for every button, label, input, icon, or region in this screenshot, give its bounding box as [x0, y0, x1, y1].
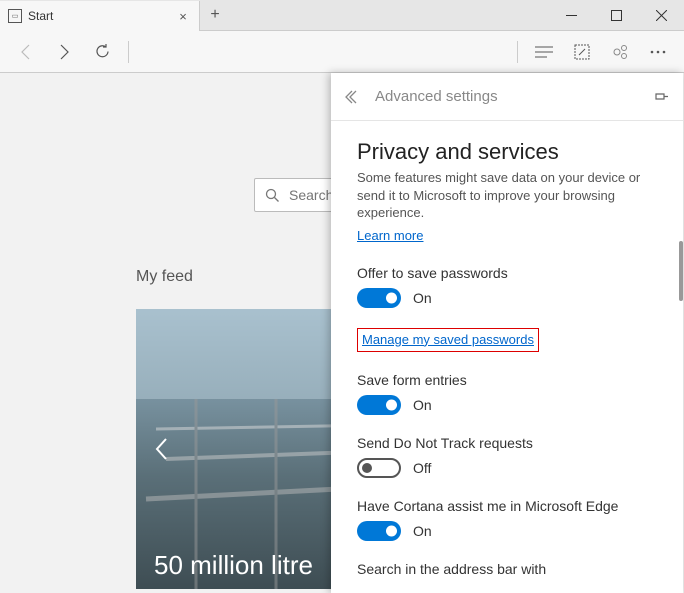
toggle-save-passwords[interactable]: [357, 288, 401, 308]
toggle-do-not-track[interactable]: [357, 458, 401, 478]
reading-view-button[interactable]: [526, 34, 562, 70]
window-controls: [549, 0, 684, 30]
toggle-state: Off: [413, 460, 431, 476]
scrollbar-thumb[interactable]: [679, 241, 683, 301]
feed-section-title: My feed: [136, 268, 193, 286]
close-button[interactable]: [639, 0, 684, 30]
refresh-button[interactable]: [84, 34, 120, 70]
setting-do-not-track: Send Do Not Track requests Off: [357, 435, 659, 478]
setting-label: Send Do Not Track requests: [357, 435, 659, 451]
tab-close-icon[interactable]: ×: [175, 8, 191, 24]
toggle-cortana[interactable]: [357, 521, 401, 541]
toggle-state: On: [413, 523, 432, 539]
titlebar: ▭ Start × +: [0, 0, 684, 31]
search-icon: [255, 188, 289, 203]
panel-body: Privacy and services Some features might…: [331, 121, 683, 593]
panel-header: Advanced settings: [331, 73, 683, 121]
panel-back-button[interactable]: [345, 90, 361, 104]
new-tab-button[interactable]: +: [200, 0, 230, 30]
panel-title: Advanced settings: [375, 88, 653, 105]
learn-more-link[interactable]: Learn more: [357, 228, 423, 243]
panel-scrollbar[interactable]: [669, 73, 683, 593]
tab-favicon: ▭: [8, 9, 22, 23]
toolbar: [0, 31, 684, 73]
forward-button[interactable]: [46, 34, 82, 70]
pin-icon[interactable]: [653, 90, 669, 104]
highlight-annotation: Manage my saved passwords: [357, 328, 539, 352]
section-title: Privacy and services: [357, 139, 659, 165]
setting-manage-passwords: Manage my saved passwords: [357, 328, 659, 352]
share-button[interactable]: [602, 34, 638, 70]
toggle-state: On: [413, 290, 432, 306]
feed-card-caption: 50 million litre: [154, 550, 313, 581]
setting-cortana: Have Cortana assist me in Microsoft Edge…: [357, 498, 659, 541]
setting-label: Have Cortana assist me in Microsoft Edge: [357, 498, 659, 514]
setting-address-bar-search: Search in the address bar with: [357, 561, 659, 577]
setting-save-passwords: Offer to save passwords On: [357, 265, 659, 308]
manage-passwords-link[interactable]: Manage my saved passwords: [362, 332, 534, 347]
setting-label: Offer to save passwords: [357, 265, 659, 281]
minimize-button[interactable]: [549, 0, 594, 30]
separator: [128, 41, 129, 63]
advanced-settings-panel: Advanced settings Privacy and services S…: [331, 73, 683, 593]
toggle-state: On: [413, 397, 432, 413]
setting-form-entries: Save form entries On: [357, 372, 659, 415]
browser-tab[interactable]: ▭ Start ×: [0, 1, 200, 31]
separator: [517, 41, 518, 63]
setting-label: Save form entries: [357, 372, 659, 388]
section-description: Some features might save data on your de…: [357, 169, 659, 222]
setting-label: Search in the address bar with: [357, 561, 659, 577]
maximize-button[interactable]: [594, 0, 639, 30]
feed-prev-button[interactable]: [146, 434, 176, 464]
more-button[interactable]: [640, 34, 676, 70]
back-button: [8, 34, 44, 70]
tab-title: Start: [28, 9, 175, 23]
web-note-button[interactable]: [564, 34, 600, 70]
toggle-form-entries[interactable]: [357, 395, 401, 415]
